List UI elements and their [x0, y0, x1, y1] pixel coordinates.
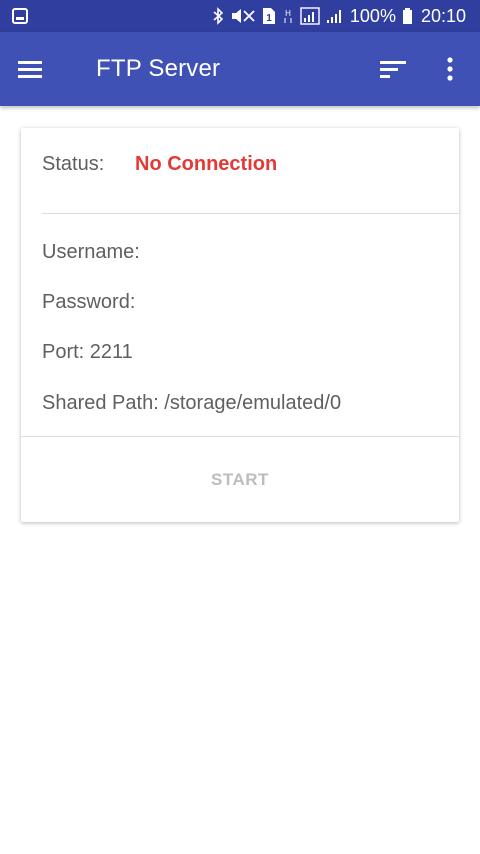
- start-button[interactable]: START: [21, 438, 459, 522]
- port-label: Port: 2211: [42, 341, 133, 363]
- username-label: Username:: [42, 241, 140, 263]
- signal-1-icon: [300, 7, 320, 25]
- gallery-notification-icon: [12, 8, 28, 29]
- mute-icon: [230, 7, 256, 25]
- status-label: Status:: [42, 153, 105, 175]
- h-plus-icon: H: [282, 7, 294, 25]
- bluetooth-icon: [212, 7, 224, 25]
- signal-2-icon: [326, 7, 344, 25]
- battery-icon: [402, 7, 413, 25]
- sort-icon[interactable]: [378, 56, 410, 84]
- divider: [42, 213, 459, 214]
- divider: [21, 436, 459, 437]
- server-info-card: Status: No Connection Username: Password…: [21, 128, 459, 522]
- svg-text:H: H: [285, 9, 291, 18]
- svg-text:1: 1: [266, 13, 272, 24]
- shared-path-label: Shared Path: /storage/emulated/0: [42, 392, 342, 414]
- clock: 20:10: [420, 5, 466, 26]
- status-value: No Connection: [135, 153, 278, 175]
- password-label: Password:: [42, 291, 136, 313]
- battery-percent: 100%: [349, 5, 396, 26]
- app-title: FTP Server: [96, 55, 221, 82]
- menu-icon[interactable]: [16, 55, 48, 83]
- more-vert-icon[interactable]: [440, 55, 460, 83]
- status-bar: 1 H 100% 20:10: [0, 0, 480, 32]
- app-bar: FTP Server: [0, 32, 480, 106]
- sim-1-icon: 1: [262, 7, 276, 25]
